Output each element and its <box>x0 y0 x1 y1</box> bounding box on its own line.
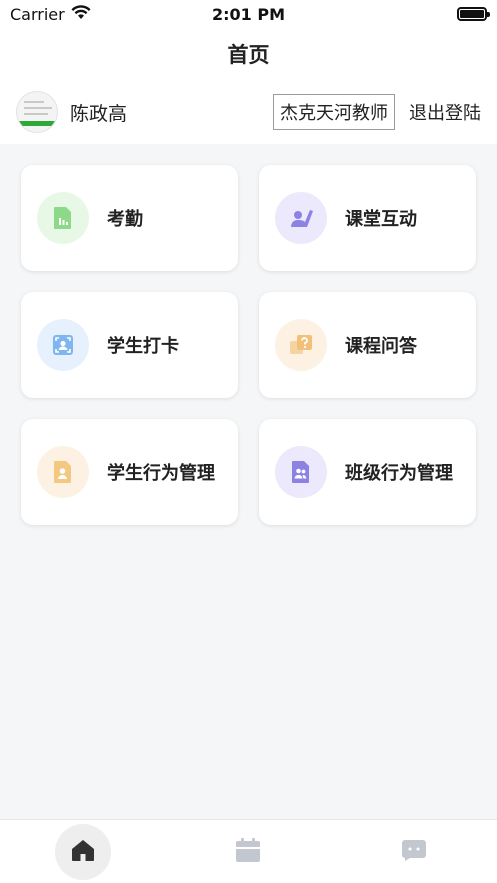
home-icon <box>70 838 96 866</box>
card-class-behavior[interactable]: 班级行为管理 <box>259 419 476 525</box>
tab-calendar[interactable] <box>220 824 276 880</box>
carrier-label: Carrier <box>10 4 65 24</box>
calendar-icon <box>234 837 262 867</box>
course-qa-icon <box>275 319 327 371</box>
wifi-icon <box>71 4 91 24</box>
avatar[interactable] <box>16 91 58 133</box>
classroom-interaction-icon <box>275 192 327 244</box>
status-time: 2:01 PM <box>211 4 285 24</box>
card-attendance[interactable]: 考勤 <box>21 165 238 271</box>
card-student-checkin[interactable]: 学生打卡 <box>21 292 238 398</box>
card-label: 班级行为管理 <box>345 463 453 484</box>
card-label: 考勤 <box>107 209 143 230</box>
student-behavior-icon <box>37 446 89 498</box>
message-icon <box>400 838 428 866</box>
card-label: 学生打卡 <box>107 336 179 357</box>
tab-bar <box>0 819 497 883</box>
school-selector[interactable]: 杰克天河教师 <box>273 94 395 130</box>
class-behavior-icon <box>275 446 327 498</box>
page-title: 首页 <box>227 43 270 67</box>
user-name: 陈政高 <box>70 102 128 125</box>
attendance-icon <box>37 192 89 244</box>
card-course-qa[interactable]: 课程问答 <box>259 292 476 398</box>
tab-home[interactable] <box>54 823 111 880</box>
logout-button[interactable]: 退出登陆 <box>409 99 481 125</box>
card-label: 课堂互动 <box>345 209 417 230</box>
card-label: 课程问答 <box>345 336 417 357</box>
status-bar: Carrier 2:01 PM <box>0 0 497 28</box>
card-student-behavior[interactable]: 学生行为管理 <box>21 419 238 525</box>
status-left: Carrier <box>10 5 180 24</box>
tab-message[interactable] <box>386 824 442 880</box>
feature-grid: 考勤 课堂互动 学生打卡 课程问答 学生行为管理 班级行为管理 <box>21 165 476 525</box>
card-classroom-interaction[interactable]: 课堂互动 <box>259 165 476 271</box>
battery-icon <box>457 7 490 21</box>
card-label: 学生行为管理 <box>107 463 215 484</box>
status-right <box>317 7 490 21</box>
student-checkin-icon <box>37 319 89 371</box>
nav-bar: 首页 <box>0 28 497 80</box>
user-bar: 陈政高 杰克天河教师 退出登陆 <box>0 80 497 144</box>
